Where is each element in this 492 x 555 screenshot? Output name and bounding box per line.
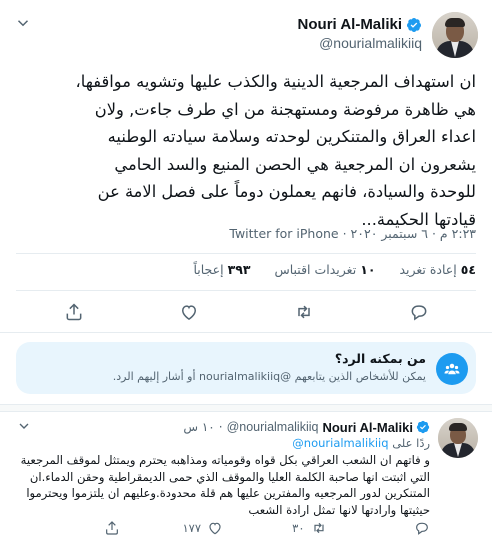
reply-author-avatar[interactable] [438, 418, 478, 458]
quotes-label: تغريدات اقتباس [274, 262, 357, 277]
divider [0, 332, 492, 333]
reply-retweet-action[interactable]: ٣٠ [223, 520, 327, 536]
chevron-down-icon[interactable] [16, 418, 32, 434]
tweet-text-line: اعداء العراق والمتنكرين لوحدته وسلامة سي… [107, 127, 476, 146]
verified-badge-icon [416, 420, 430, 434]
people-icon [436, 353, 468, 385]
author-name-block[interactable]: Nouri Al-Maliki @nourialmalikiiq [298, 14, 422, 51]
retweets-count: ٥٤ [460, 262, 476, 277]
likes-label: إعجاباً [193, 262, 224, 277]
who-can-reply-description: يمكن للأشخاص الذين يتابعهم @nourialmalik… [112, 370, 426, 383]
tweet-text-line: للوحدة والسيادة، فانهم يعملون دوماً على … [97, 182, 476, 201]
tweet-text: ان استهداف المرجعية الدينية والكذب عليها… [16, 68, 476, 233]
quotes-count: ١٠ [360, 262, 376, 277]
author-display-name[interactable]: Nouri Al-Maliki [298, 16, 422, 33]
reply-bubble-icon[interactable] [409, 302, 429, 322]
tweet-timestamp[interactable]: ٢:٢٣ م · ٦ سبتمبر ٢٠٢٠ [351, 226, 476, 241]
heart-icon[interactable] [179, 302, 199, 322]
replying-to: ردًا على @nourialmalikiiq [16, 436, 430, 450]
author-name-text[interactable]: Nouri Al-Maliki [298, 16, 402, 33]
meta-separator: · [338, 226, 351, 241]
divider [16, 290, 476, 291]
reply-share-action[interactable] [16, 520, 120, 536]
verified-badge-icon [407, 17, 421, 32]
tweet-text-line: يشعرون ان المرجعية هي الحصن المنيع والسد… [114, 154, 476, 174]
retweets-label: إعادة تغريد [399, 262, 457, 277]
chevron-down-icon[interactable] [14, 14, 32, 32]
tweet-stats: ٥٤إعادة تغريد ١٠تغريدات اقتباس ٣٩٣إعجابا… [16, 262, 476, 277]
likes-count: ٣٩٣ [227, 262, 251, 277]
likes-stat[interactable]: ٣٩٣إعجاباً [193, 262, 250, 277]
retweet-icon[interactable] [311, 520, 327, 536]
reply-retweets-count: ٣٠ [292, 521, 305, 535]
reply-like-action[interactable]: ١٧٧ [120, 520, 224, 536]
replying-to-label: ردًا على [392, 436, 430, 450]
reply-likes-count: ١٧٧ [182, 521, 201, 535]
tweet-meta: ٢:٢٣ م · ٦ سبتمبر ٢٠٢٠ · Twitter for iPh… [16, 226, 476, 241]
reply-author-name-text[interactable]: Nouri Al-Maliki [322, 420, 413, 435]
reply-bubble-icon[interactable] [414, 520, 430, 536]
author-avatar[interactable] [432, 12, 478, 58]
tweet-source[interactable]: Twitter for iPhone [229, 226, 338, 241]
reply-time[interactable]: ١٠ س [183, 420, 214, 434]
retweet-icon[interactable] [294, 302, 314, 322]
retweets-stat[interactable]: ٥٤إعادة تغريد [399, 262, 476, 277]
replying-to-handle[interactable]: @nourialmalikiiq [292, 436, 388, 450]
tweet-header: Nouri Al-Maliki @nourialmalikiiq [14, 10, 478, 60]
reply-header: Nouri Al-Maliki @nourialmalikiiq · ١٠ س [16, 418, 430, 436]
reply-reply-action[interactable] [327, 520, 431, 536]
who-can-reply-title: من بمكنه الرد؟ [334, 351, 426, 366]
author-handle[interactable]: @nourialmalikiiq [298, 35, 422, 51]
reply-author-handle[interactable]: @nourialmalikiiq [227, 420, 319, 434]
reply-actions: ٣٠ ١٧٧ [16, 519, 430, 537]
divider [16, 253, 476, 254]
quotes-stat[interactable]: ١٠تغريدات اقتباس [274, 262, 375, 277]
tweet-text-line: هي ظاهرة مرفوضة ومستهجنة من اي طرف جاءت,… [94, 99, 476, 119]
heart-icon[interactable] [207, 520, 223, 536]
who-can-reply-box: من بمكنه الرد؟ يمكن للأشخاص الذين يتابعه… [16, 342, 476, 394]
share-icon[interactable] [104, 520, 120, 536]
reply-author-name[interactable]: Nouri Al-Maliki [322, 420, 430, 435]
reply-text: و فاتهم ان الشعب العراقي بكل قواه وقوميا… [20, 453, 430, 517]
share-icon[interactable] [64, 302, 84, 322]
section-divider [0, 404, 492, 412]
tweet-actions [16, 302, 476, 324]
reply-dot-separator: · [218, 420, 223, 434]
tweet-text-line: ان استهداف المرجعية الدينية والكذب عليها… [75, 72, 476, 91]
